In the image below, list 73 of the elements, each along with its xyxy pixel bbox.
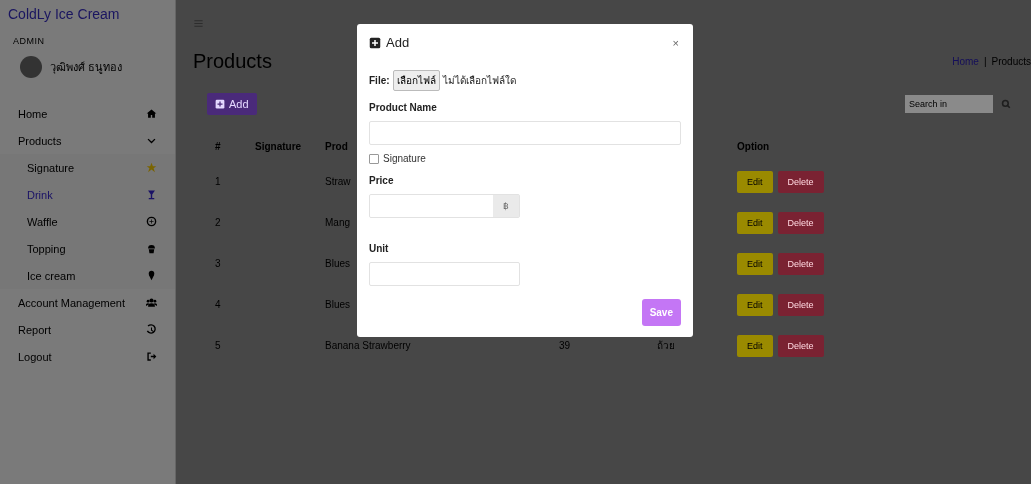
edit-button[interactable]: Edit <box>737 211 773 234</box>
search-icon[interactable] <box>1001 99 1011 109</box>
save-button[interactable]: Save <box>641 299 681 326</box>
cupcake-icon <box>146 243 157 254</box>
breadcrumb-current: Products <box>991 56 1031 67</box>
role-label: ADMIN <box>12 35 46 46</box>
table-cell: Banana Strawberry <box>325 340 411 351</box>
sidebar-item[interactable]: Account Management <box>0 289 175 316</box>
table-cell: Straw <box>325 176 351 187</box>
page-title: Products <box>193 50 272 73</box>
edit-button[interactable]: Edit <box>737 334 773 357</box>
table-cell-text: ถ้วย <box>657 339 675 353</box>
sidebar-item[interactable]: Logout <box>0 343 175 370</box>
delete-button[interactable]: Delete <box>777 293 824 316</box>
file-label: File: <box>369 75 390 86</box>
file-status: ไม่ได้เลือกไฟล์ใด <box>442 74 516 88</box>
sidebar-item[interactable]: Home <box>0 100 175 127</box>
sidebar-item[interactable]: Signature <box>0 154 175 181</box>
choose-file-button[interactable]: เลือกไฟล์ <box>392 70 440 91</box>
sidebar-item[interactable]: Waffle <box>0 208 175 235</box>
table-cell: Blues <box>325 299 350 310</box>
table-cell: Mang <box>325 217 350 228</box>
input-field[interactable] <box>369 262 520 286</box>
column-header: # <box>215 140 221 152</box>
field-label: Price <box>369 175 395 186</box>
field-label: Unit <box>369 243 390 254</box>
table-cell: Blues <box>325 258 350 269</box>
user-name: วุฒิพงศ์ ธนูทอง <box>50 60 123 76</box>
sidebar-item[interactable]: Products <box>0 127 175 154</box>
menu-icon <box>193 17 204 29</box>
delete-button[interactable]: Delete <box>777 170 824 193</box>
table-cell: 39 <box>559 340 571 351</box>
close-button[interactable]: × <box>670 36 681 49</box>
input-field[interactable]: ฿ <box>369 194 520 218</box>
currency-addon: ฿ <box>493 195 519 217</box>
checkbox[interactable] <box>369 153 379 164</box>
column-header: Prod <box>325 140 348 152</box>
logout-icon <box>146 351 157 362</box>
table-cell: 4 <box>215 299 221 310</box>
edit-button[interactable]: Edit <box>737 170 773 193</box>
column-header: Option <box>737 140 770 152</box>
sidebar-item[interactable]: Drink <box>0 181 175 208</box>
waffle-icon <box>146 216 157 227</box>
brand-title[interactable]: ColdLy Ice Cream <box>0 0 175 22</box>
column-header: Signature <box>255 140 302 152</box>
star-icon <box>146 162 157 173</box>
sidebar-item[interactable]: Ice cream <box>0 262 175 289</box>
field-label: Product Name <box>369 102 438 113</box>
edit-button[interactable]: Edit <box>737 252 773 275</box>
checkbox-label: Signature <box>383 153 426 164</box>
avatar <box>20 56 42 78</box>
users-icon <box>146 297 157 308</box>
input-field[interactable] <box>369 121 681 145</box>
delete-button[interactable]: Delete <box>777 334 824 357</box>
add-button[interactable]: Add <box>207 93 257 115</box>
table-cell: 1 <box>215 176 221 187</box>
sidebar-item[interactable]: Report <box>0 316 175 343</box>
table-cell: 5 <box>215 340 221 351</box>
breadcrumb-separator: | <box>983 56 987 67</box>
delete-button[interactable]: Delete <box>777 252 824 275</box>
ice-cream-icon <box>146 270 157 281</box>
history-icon <box>146 324 157 335</box>
table-cell: 3 <box>215 258 221 269</box>
modal-title: Add <box>386 35 410 50</box>
plus-square-icon <box>215 99 225 109</box>
home-icon <box>146 108 157 119</box>
delete-button[interactable]: Delete <box>777 211 824 234</box>
sidebar-item[interactable]: Topping <box>0 235 175 262</box>
search-field[interactable]: Search in <box>905 95 993 113</box>
glass-icon <box>146 189 157 200</box>
table-cell: 2 <box>215 217 221 228</box>
edit-button[interactable]: Edit <box>737 293 773 316</box>
plus-square-icon <box>369 36 381 49</box>
